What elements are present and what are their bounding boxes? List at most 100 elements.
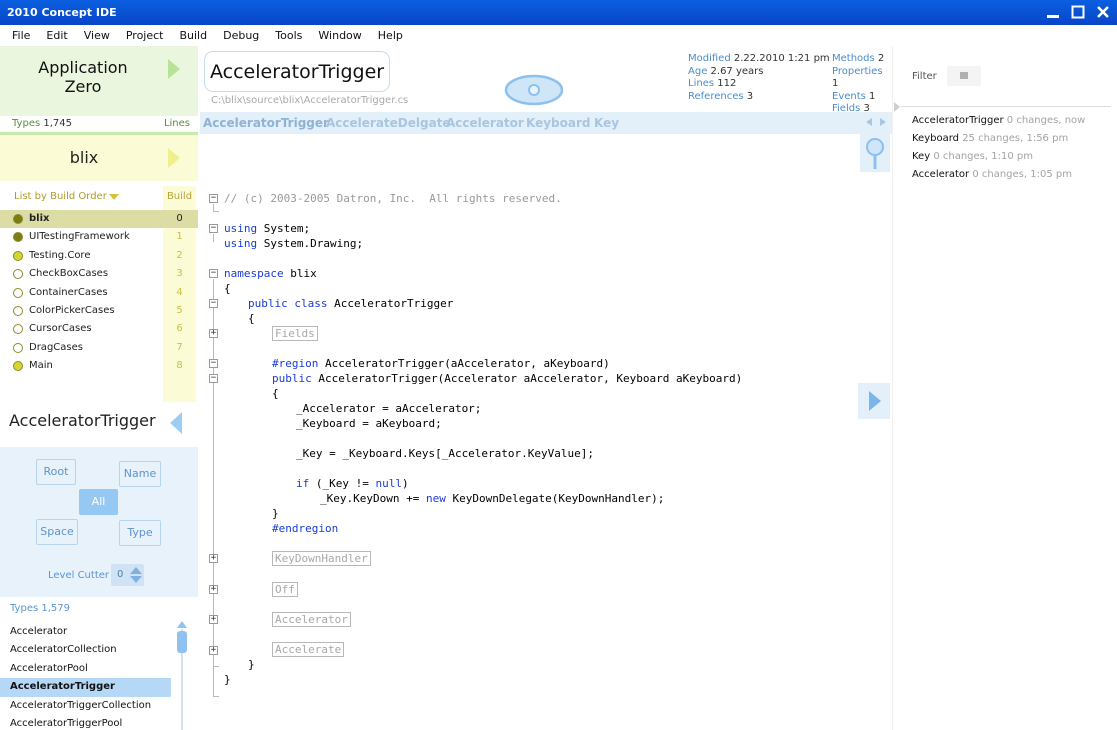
collapse-icon[interactable]: −	[209, 359, 218, 368]
history-item[interactable]: Key 0 changes, 1:10 pm	[912, 151, 1033, 162]
list-item[interactable]: AcceleratorPool	[0, 660, 171, 678]
code-line: Accelerator	[272, 612, 351, 627]
types-list: Accelerator AcceleratorCollection Accele…	[0, 623, 171, 730]
root-button[interactable]: Root	[36, 459, 76, 485]
type-name: AcceleratorTrigger	[9, 411, 156, 430]
collapse-icon[interactable]: −	[209, 299, 218, 308]
code-line: public AcceleratorTrigger(Accelerator aA…	[272, 372, 743, 385]
name-button[interactable]: Name	[119, 461, 161, 487]
breadcrumb-item[interactable]: Keyboard	[526, 116, 591, 130]
list-item[interactable]: AcceleratorTrigger	[0, 678, 171, 697]
breadcrumb-item[interactable]: AcceleratorTrigger	[203, 116, 329, 130]
expand-solution-icon[interactable]	[168, 59, 180, 79]
expand-icon[interactable]: +	[209, 646, 218, 655]
collapsed-region[interactable]: Accelerate	[272, 642, 345, 657]
eye-icon[interactable]	[503, 73, 565, 107]
status-dot-icon	[13, 361, 23, 372]
expand-project-icon[interactable]	[168, 148, 180, 168]
types-scrollbar[interactable]	[177, 621, 187, 730]
collapsed-region[interactable]: Fields	[272, 326, 318, 341]
status-dot-icon	[13, 324, 23, 335]
project-item[interactable]: ContainerCases 4	[0, 284, 198, 302]
collapse-icon[interactable]: −	[209, 224, 218, 233]
code-line: }	[272, 507, 279, 520]
level-cutter-value: 0	[117, 569, 124, 580]
collapse-icon[interactable]: −	[209, 374, 218, 383]
arrow-down-icon[interactable]	[130, 576, 142, 583]
nav-forward-icon[interactable]	[880, 118, 886, 126]
collapse-icon[interactable]: −	[209, 269, 218, 278]
history-item[interactable]: Keyboard 25 changes, 1:56 pm	[912, 133, 1068, 144]
arrow-up-icon[interactable]	[130, 567, 142, 574]
project-header[interactable]: blix	[0, 135, 198, 181]
expand-icon[interactable]: +	[209, 554, 218, 563]
status-dot-icon	[13, 269, 23, 280]
minimize-icon[interactable]	[1044, 3, 1061, 21]
breadcrumb-item[interactable]: AccelerateDelgate	[326, 116, 451, 130]
list-item[interactable]: AcceleratorCollection	[0, 641, 171, 659]
scroll-thumb[interactable]	[177, 631, 187, 653]
expand-icon[interactable]: +	[209, 585, 218, 594]
collapse-icon[interactable]: −	[209, 194, 218, 203]
history-item[interactable]: Accelerator 0 changes, 1:05 pm	[912, 169, 1072, 180]
list-item[interactable]: Accelerator	[0, 623, 171, 641]
menu-project[interactable]: Project	[126, 29, 164, 42]
list-by-build-order-dropdown[interactable]: List by Build Order	[14, 191, 107, 202]
status-dot-icon	[13, 214, 23, 224]
history-item[interactable]: AcceleratorTrigger 0 changes, now	[912, 115, 1085, 126]
collapsed-region[interactable]: Off	[272, 582, 298, 597]
collapsed-region[interactable]: KeyDownHandler	[272, 551, 371, 566]
breadcrumb-item[interactable]: Key	[594, 116, 619, 130]
expand-icon[interactable]	[894, 102, 900, 112]
project-item[interactable]: DragCases 7	[0, 339, 198, 357]
menu-file[interactable]: File	[12, 29, 30, 42]
list-item[interactable]: AcceleratorTriggerCollection	[0, 697, 171, 715]
level-cutter-stepper[interactable]: 0	[111, 564, 144, 586]
project-item[interactable]: Testing.Core 2	[0, 247, 198, 265]
code-line: #region AcceleratorTrigger(aAccelerator,…	[272, 357, 610, 370]
project-list: blix 0 UITestingFramework 1 Testing.Core 2 …	[0, 210, 198, 376]
type-button[interactable]: Type	[119, 520, 161, 546]
filter-toggle[interactable]	[947, 66, 981, 86]
level-cutter-label: Level Cutter	[48, 570, 110, 581]
code-editor[interactable]: − − − − + − − + + + + // (c) 2003-2005 D…	[200, 134, 892, 730]
code-line: }	[248, 658, 255, 671]
window-controls	[1044, 3, 1111, 21]
all-button[interactable]: All	[79, 489, 118, 515]
project-name: blix	[69, 148, 99, 167]
project-item[interactable]: UITestingFramework 1	[0, 228, 198, 246]
menu-help[interactable]: Help	[378, 29, 403, 42]
type-header: AcceleratorTrigger	[0, 402, 198, 447]
solution-lines-label: Lines	[163, 118, 190, 129]
menu-window[interactable]: Window	[318, 29, 361, 42]
menu-tools[interactable]: Tools	[275, 29, 302, 42]
nav-back-icon[interactable]	[866, 118, 872, 126]
menu-edit[interactable]: Edit	[46, 29, 67, 42]
space-button[interactable]: Space	[36, 519, 78, 545]
menu-debug[interactable]: Debug	[223, 29, 259, 42]
project-item[interactable]: Main 8	[0, 357, 198, 375]
chevron-down-icon[interactable]	[109, 194, 119, 200]
breadcrumb-item[interactable]: Accelerator	[446, 116, 524, 130]
run-button[interactable]	[858, 383, 890, 419]
close-icon[interactable]	[1094, 3, 1111, 21]
pin-button[interactable]	[860, 134, 890, 172]
maximize-icon[interactable]	[1069, 3, 1086, 21]
collapse-type-icon[interactable]	[170, 412, 182, 434]
project-item[interactable]: CursorCases 6	[0, 320, 198, 338]
fold-guide	[213, 279, 214, 697]
menu-view[interactable]: View	[84, 29, 110, 42]
expand-icon[interactable]: +	[209, 329, 218, 338]
project-item[interactable]: CheckBoxCases 3	[0, 265, 198, 283]
types-list-panel: Types 1,579 Accelerator AcceleratorColle…	[0, 597, 200, 730]
editor-area: AcceleratorTrigger C:\blix\source\blix\A…	[200, 46, 892, 730]
list-item[interactable]: AcceleratorTriggerPool	[0, 715, 171, 730]
expand-icon[interactable]: +	[209, 615, 218, 624]
scroll-up-icon[interactable]	[177, 621, 187, 628]
play-icon	[869, 391, 881, 411]
collapsed-region[interactable]: Accelerator	[272, 612, 351, 627]
solution-header[interactable]: Application Zero	[0, 46, 198, 116]
project-item[interactable]: blix 0	[0, 210, 198, 229]
project-item[interactable]: ColorPickerCases 5	[0, 302, 198, 320]
menu-build[interactable]: Build	[179, 29, 207, 42]
